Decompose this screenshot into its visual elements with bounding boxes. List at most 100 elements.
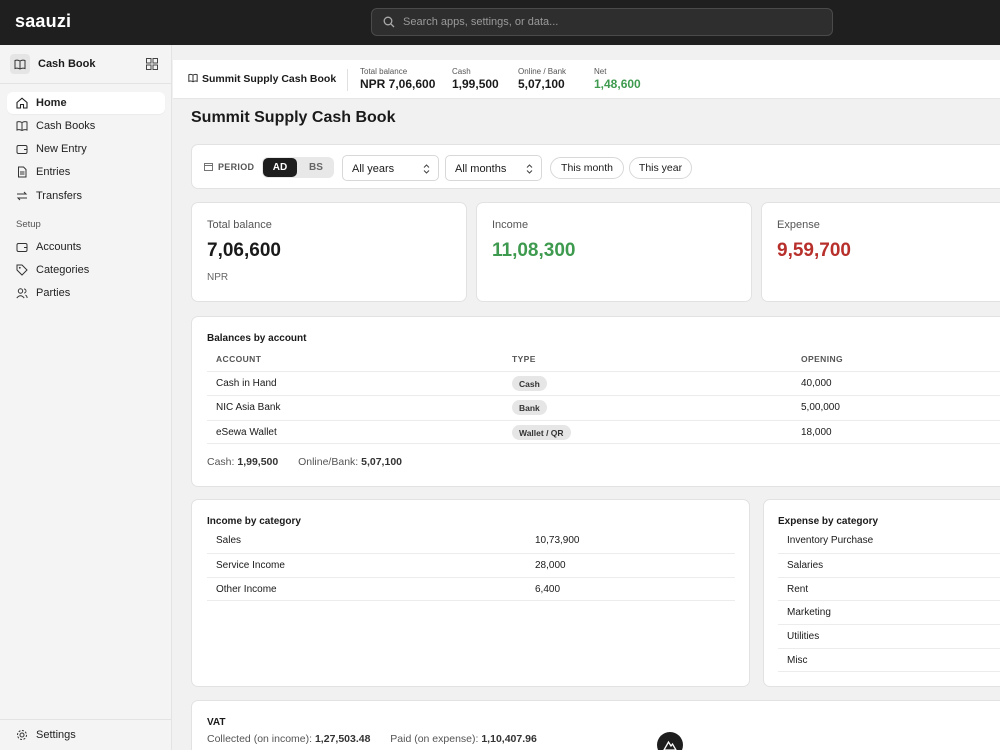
sidebar-item-cash-books[interactable]: Cash Books xyxy=(7,115,165,137)
sidebar-item-parties[interactable]: Parties xyxy=(7,282,165,304)
account-name: NIC Asia Bank xyxy=(216,402,281,413)
global-search[interactable]: Search apps, settings, or data... xyxy=(371,8,833,36)
list-item[interactable]: Misc xyxy=(778,648,1000,672)
main-content: Summit Supply Cash Book Total balance NP… xyxy=(173,45,1000,750)
summary-total-balance-label: Total balance xyxy=(360,67,408,76)
list-item[interactable]: Service Income 28,000 xyxy=(207,553,735,577)
category-name: Inventory Purchase xyxy=(787,535,874,546)
summary-divider xyxy=(347,69,348,91)
sidebar-item-label: New Entry xyxy=(36,143,87,155)
app-logo[interactable]: saauzi xyxy=(15,11,71,32)
total-balance-card: Total balance 7,06,600 NPR xyxy=(191,202,467,302)
sidebar-item-home[interactable]: Home xyxy=(7,92,165,114)
category-amount: 28,000 xyxy=(535,560,566,571)
list-item[interactable]: Other Income 6,400 xyxy=(207,577,735,601)
summary-cash-label: Cash xyxy=(452,67,471,76)
summary-cash: Cash 1,99,500 xyxy=(452,67,499,91)
sidebar-item-new-entry[interactable]: New Entry xyxy=(7,138,165,160)
sidebar-item-transfers[interactable]: Transfers xyxy=(7,185,165,207)
list-item[interactable]: Marketing xyxy=(778,600,1000,624)
summary-online: Online / Bank 5,07,100 xyxy=(518,67,566,91)
summary-bar: Summit Supply Cash Book Total balance NP… xyxy=(173,60,1000,99)
this-year-button[interactable]: This year xyxy=(629,157,692,179)
app-grid-icon[interactable] xyxy=(146,58,158,70)
balances-title: Balances by account xyxy=(207,333,307,344)
balances-footer: Cash: 1,99,500 Online/Bank: 5,07,100 xyxy=(207,456,402,468)
wallet-icon xyxy=(16,243,28,252)
book-icon xyxy=(10,54,30,74)
income-category-title: Income by category xyxy=(207,516,301,527)
summary-online-label: Online / Bank xyxy=(518,67,567,76)
vat-summary: Collected (on income): 1,27,503.48 Paid … xyxy=(207,733,537,745)
tag-icon xyxy=(16,264,28,276)
year-select[interactable]: All years xyxy=(342,155,439,181)
table-row[interactable]: eSewa Wallet Wallet / QR 18,000 xyxy=(207,420,1000,444)
category-name: Marketing xyxy=(787,607,831,618)
summary-net-label: Net xyxy=(594,67,607,76)
vat-card: VAT Collected (on income): 1,27,503.48 P… xyxy=(191,700,1000,750)
account-opening: 5,00,000 xyxy=(801,402,840,413)
period-label: PERIOD xyxy=(204,162,254,172)
top-bar: saauzi Search apps, settings, or data... xyxy=(0,0,1000,45)
vat-collected-value: 1,27,503.48 xyxy=(314,733,371,745)
chevron-updown-icon xyxy=(423,164,430,174)
summary-total-balance: Total balance NPR 7,06,600 xyxy=(360,67,435,91)
total-balance-value: 7,06,600 xyxy=(207,240,281,261)
this-month-button[interactable]: This month xyxy=(550,157,624,179)
summary-online-value: 5,07,100 xyxy=(518,77,565,91)
sidebar-item-label: Transfers xyxy=(36,190,83,202)
calendar-ad-button[interactable]: AD xyxy=(263,158,297,177)
sidebar-item-settings[interactable]: Settings xyxy=(7,724,165,746)
year-select-value: All years xyxy=(352,163,395,175)
account-opening: 18,000 xyxy=(801,427,832,438)
sidebar-item-label: Settings xyxy=(36,729,76,741)
sidebar-item-label: Entries xyxy=(36,166,71,178)
sidebar-footer: Settings xyxy=(0,719,172,750)
vat-collected-label: Collected (on income): xyxy=(207,733,313,745)
expense-card: Expense 9,59,700 xyxy=(761,202,1000,302)
summary-book-name: Summit Supply Cash Book xyxy=(202,73,337,85)
category-name: Utilities xyxy=(787,631,820,642)
book-icon xyxy=(188,73,198,83)
vat-title: VAT xyxy=(207,717,226,728)
list-item[interactable]: Sales 10,73,900 xyxy=(207,529,735,553)
category-name: Sales xyxy=(216,535,242,546)
list-item[interactable]: Salaries xyxy=(778,553,1000,577)
income-by-category-card: Income by category Sales 10,73,900 Servi… xyxy=(191,499,750,687)
sidebar-header: Cash Book xyxy=(0,45,172,84)
month-select[interactable]: All months xyxy=(445,155,542,181)
account-opening: 40,000 xyxy=(801,378,832,389)
expense-value: 9,59,700 xyxy=(777,240,851,261)
table-row[interactable]: Cash in Hand Cash 40,000 xyxy=(207,371,1000,395)
summary-cash-value: 1,99,500 xyxy=(452,77,499,91)
list-item[interactable]: Rent xyxy=(778,577,1000,601)
list-item[interactable]: Utilities xyxy=(778,624,1000,648)
calendar-toggle: AD BS xyxy=(262,157,334,178)
category-amount: 10,73,900 xyxy=(535,535,580,546)
category-name: Service Income xyxy=(216,560,285,571)
income-label: Income xyxy=(492,219,529,231)
list-item[interactable]: Inventory Purchase xyxy=(778,529,1000,553)
search-input[interactable]: Search apps, settings, or data... xyxy=(403,16,558,28)
income-value: 11,08,300 xyxy=(492,240,576,261)
sidebar-item-entries[interactable]: Entries xyxy=(7,161,165,183)
table-row[interactable]: NIC Asia Bank Bank 5,00,000 xyxy=(207,395,1000,419)
category-amount: 6,400 xyxy=(535,584,561,595)
vat-paid-value: 1,10,407.96 xyxy=(481,733,537,745)
calendar-bs-button[interactable]: BS xyxy=(299,158,333,177)
footer-cash-value: 1,99,500 xyxy=(237,456,279,468)
mountain-logo-icon xyxy=(663,740,677,750)
summary-total-balance-value: NPR 7,06,600 xyxy=(360,77,436,91)
sidebar-item-categories[interactable]: Categories xyxy=(7,259,165,281)
sidebar-item-label: Categories xyxy=(36,264,90,276)
account-name: eSewa Wallet xyxy=(216,427,277,438)
book-icon xyxy=(16,121,28,132)
income-card: Income 11,08,300 xyxy=(476,202,752,302)
account-type-badge: Wallet / QR xyxy=(512,425,571,440)
period-label-text: PERIOD xyxy=(218,162,255,172)
sidebar-section-setup: Setup xyxy=(16,219,41,230)
category-name: Misc xyxy=(787,655,808,666)
sidebar-item-accounts[interactable]: Accounts xyxy=(7,236,165,258)
home-icon xyxy=(16,97,28,109)
page-title: Summit Supply Cash Book xyxy=(191,109,396,126)
